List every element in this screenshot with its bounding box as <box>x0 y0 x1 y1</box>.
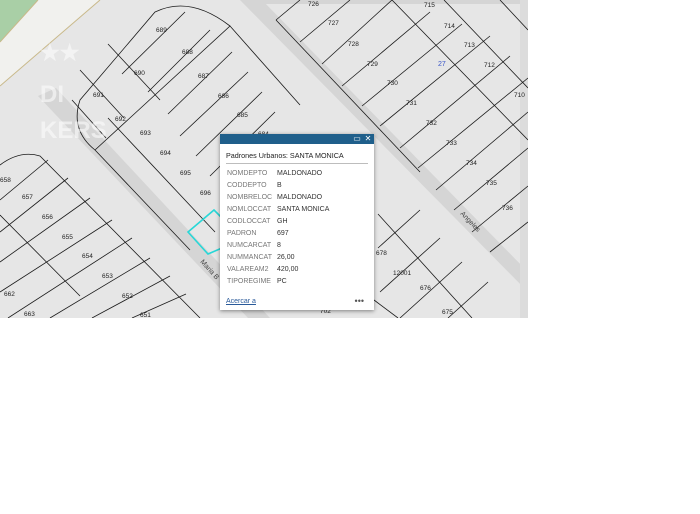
parcel-label: 657 <box>22 194 33 201</box>
attribute-row: VALAREAM2 420,00 <box>227 264 329 276</box>
parcel-label: 731 <box>406 100 417 107</box>
parcel-label: 734 <box>466 160 477 167</box>
watermark-text-1: DI <box>40 81 64 108</box>
parcel-label: 676 <box>420 285 431 292</box>
attribute-value: MALDONADO <box>277 170 323 177</box>
block-number-label: 27 <box>438 61 446 68</box>
parcel-label: 687 <box>198 73 209 80</box>
watermark-stars: ★★ <box>40 40 80 65</box>
attribute-value: 26,00 <box>277 254 295 261</box>
parcel-label: 655 <box>62 234 73 241</box>
popup-divider <box>226 163 368 164</box>
map-view[interactable]: DI KERS ★★ 689 688 687 686 685 690 691 6… <box>0 0 528 318</box>
attribute-row: TIPOREGIME PC <box>227 276 329 288</box>
parcel-label: 656 <box>42 214 53 221</box>
attribute-row: NUMMANCAT 26,00 <box>227 252 329 264</box>
parcel-label: 726 <box>308 1 319 8</box>
parcel-label: 730 <box>387 80 398 87</box>
attribute-key: NOMDEPTO <box>227 170 268 177</box>
attribute-key: PADRON <box>227 230 257 237</box>
attribute-row: NOMLOCCAT SANTA MONICA <box>227 204 329 216</box>
attribute-row: CODLOCCAT GH <box>227 216 329 228</box>
parcel-label: 710 <box>514 92 525 99</box>
parcel-label: 732 <box>426 120 437 127</box>
attribute-value: SANTA MONICA <box>277 206 330 213</box>
parcel-label: 693 <box>140 130 151 137</box>
parcel-label: 688 <box>182 49 193 56</box>
attribute-table: NOMDEPTO MALDONADO CODDEPTO B NOMBRELOC MAL… <box>227 168 329 288</box>
attribute-key: NOMLOCCAT <box>227 206 272 213</box>
attribute-value: 8 <box>277 242 281 249</box>
attribute-key: NOMBRELOC <box>227 194 273 201</box>
popup-header-bar: ▭ ✕ <box>220 134 374 144</box>
zoom-to-link[interactable]: Acercar a <box>226 298 256 305</box>
watermark-text-2: KERS <box>40 117 107 144</box>
feature-popup[interactable]: ▭ ✕ Padrones Urbanos: SANTA MONICA NOMDE… <box>220 134 374 310</box>
attribute-key: NUMMANCAT <box>227 254 272 261</box>
parcel-label: 658 <box>0 177 11 184</box>
close-icon[interactable]: ✕ <box>363 134 373 144</box>
parcel-label: 694 <box>160 150 171 157</box>
parcel-label: 652 <box>122 293 133 300</box>
parcel-label: 735 <box>486 180 497 187</box>
parcel-label: 695 <box>180 170 191 177</box>
parcel-label: 712 <box>484 62 495 69</box>
attribute-key: VALAREAM2 <box>227 266 269 273</box>
attribute-value: PC <box>277 278 287 285</box>
maximize-icon[interactable]: ▭ <box>352 134 362 144</box>
parcel-label: 686 <box>218 93 229 100</box>
parcel-label: 727 <box>328 20 339 27</box>
parcel-label: 689 <box>156 27 167 34</box>
popup-title: Padrones Urbanos: SANTA MONICA <box>226 151 344 160</box>
parcel-label: 662 <box>4 291 15 298</box>
attribute-key: NUMCARCAT <box>227 242 272 249</box>
parcel-label: 714 <box>444 23 455 30</box>
parcel-label: 678 <box>376 250 387 257</box>
attribute-key: TIPOREGIME <box>227 278 271 285</box>
attribute-value: MALDONADO <box>277 194 323 201</box>
attribute-row: NUMCARCAT 8 <box>227 240 329 252</box>
parcel-label: 12001 <box>393 270 411 277</box>
attribute-value: 697 <box>277 230 289 237</box>
attribute-value: GH <box>277 218 288 225</box>
parcel-label: 685 <box>237 112 248 119</box>
attribute-row: NOMBRELOC MALDONADO <box>227 192 329 204</box>
parcel-label: 715 <box>424 2 435 9</box>
parcel-label: 691 <box>93 92 104 99</box>
attribute-value: B <box>277 182 282 189</box>
parcel-label: 653 <box>102 273 113 280</box>
parcel-label: 728 <box>348 41 359 48</box>
attribute-key: CODDEPTO <box>227 182 267 189</box>
parcel-label: 696 <box>200 190 211 197</box>
attribute-row: NOMDEPTO MALDONADO <box>227 168 329 180</box>
parcel-label: 663 <box>24 311 35 318</box>
attribute-value: 420,00 <box>277 266 299 273</box>
more-options-icon[interactable]: ••• <box>355 296 364 306</box>
parcel-label: 729 <box>367 61 378 68</box>
parcel-label: 654 <box>82 253 93 260</box>
attribute-key: CODLOCCAT <box>227 218 271 225</box>
parcel-label: 690 <box>134 70 145 77</box>
parcel-label: 675 <box>442 309 453 316</box>
attribute-row: CODDEPTO B <box>227 180 329 192</box>
parcel-label: 692 <box>115 116 126 123</box>
parcel-label: 736 <box>502 205 513 212</box>
parcel-label: 713 <box>464 42 475 49</box>
attribute-row: PADRON 697 <box>227 228 329 240</box>
parcel-label: 733 <box>446 140 457 147</box>
parcel-label: 651 <box>140 312 151 318</box>
